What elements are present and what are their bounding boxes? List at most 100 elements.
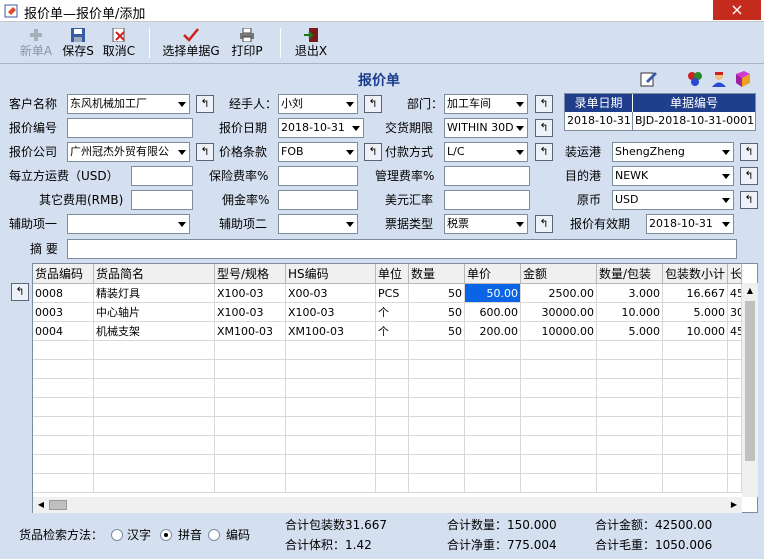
column-header[interactable]: 长 (728, 264, 742, 284)
grid-cell[interactable] (94, 360, 215, 379)
grid-cell[interactable]: 3.000 (597, 284, 663, 303)
grid-cell[interactable] (663, 341, 728, 360)
grid-cell[interactable] (728, 341, 742, 360)
scroll-up-icon[interactable]: ▲ (742, 283, 758, 299)
grid-cell[interactable] (728, 436, 742, 455)
grid-cell[interactable] (597, 379, 663, 398)
grid-cell[interactable]: 0003 (33, 303, 94, 322)
grid-cell[interactable] (728, 379, 742, 398)
grid-cell[interactable] (286, 341, 376, 360)
grid-cell[interactable] (33, 341, 94, 360)
grid-cell[interactable]: X100-03 (215, 284, 286, 303)
column-header[interactable]: 单价 (465, 264, 521, 284)
grid-cell[interactable] (597, 436, 663, 455)
grid-cell[interactable] (728, 417, 742, 436)
grid-cell[interactable] (286, 436, 376, 455)
column-header[interactable]: 金额 (521, 264, 597, 284)
vertical-scrollbar[interactable]: ▲ (742, 283, 758, 497)
grid-cell[interactable]: 0004 (33, 322, 94, 341)
radio-code[interactable] (208, 529, 220, 541)
grid-cell[interactable] (286, 379, 376, 398)
grid-cell[interactable] (663, 417, 728, 436)
grid-cell[interactable] (94, 417, 215, 436)
grid-cell[interactable]: 200.00 (465, 322, 521, 341)
currency-lookup-button[interactable]: ↰ (740, 191, 758, 209)
grid-cell[interactable] (521, 436, 597, 455)
grid-cell[interactable] (597, 341, 663, 360)
grid-cell[interactable] (215, 360, 286, 379)
quote-date-picker[interactable]: 2018-10-31 (278, 118, 364, 138)
validity-date-picker[interactable]: 2018-10-31 (646, 214, 734, 234)
grid-cell[interactable] (663, 379, 728, 398)
close-button[interactable]: × (713, 0, 761, 20)
handler-lookup-button[interactable]: ↰ (364, 95, 382, 113)
grid-cell[interactable] (521, 341, 597, 360)
grid-cell[interactable] (215, 398, 286, 417)
grid-cell[interactable]: 16.667 (663, 284, 728, 303)
print-button[interactable]: 打印P (228, 28, 266, 62)
grid-cell[interactable] (376, 436, 409, 455)
grid-cell[interactable] (663, 474, 728, 493)
grid-cell[interactable]: 50 (409, 284, 465, 303)
ship-port-select[interactable]: ShengZheng (612, 142, 734, 162)
grid-cell[interactable]: 10.000 (597, 303, 663, 322)
grid-cell[interactable]: 30 (728, 303, 742, 322)
grid-cell[interactable] (376, 398, 409, 417)
grid-cell[interactable] (465, 379, 521, 398)
grid-cell[interactable] (409, 360, 465, 379)
grid-cell[interactable]: 个 (376, 303, 409, 322)
grid-cell[interactable] (33, 379, 94, 398)
grid-cell[interactable]: X100-03 (286, 303, 376, 322)
summary-input[interactable] (67, 239, 737, 259)
horizontal-scroll-thumb[interactable] (49, 500, 67, 510)
mgmt-fee-input[interactable] (444, 166, 530, 186)
grid-cell[interactable] (94, 455, 215, 474)
grid-cell[interactable] (465, 341, 521, 360)
grid-cell[interactable] (728, 474, 742, 493)
grid-cell[interactable] (33, 455, 94, 474)
grid-cell[interactable]: XM100-03 (286, 322, 376, 341)
exit-button[interactable]: 退出X (293, 28, 329, 62)
grid-cell[interactable] (94, 379, 215, 398)
grid-cell[interactable]: 机械支架 (94, 322, 215, 341)
price-terms-select[interactable]: FOB (278, 142, 358, 162)
grid-cell[interactable] (286, 455, 376, 474)
radio-hanzi[interactable] (111, 529, 123, 541)
handler-select[interactable]: 小刘 (278, 94, 358, 114)
select-document-button[interactable]: 选择单据G (161, 28, 221, 62)
grid-cell[interactable]: 中心轴片 (94, 303, 215, 322)
grid-cell[interactable] (376, 379, 409, 398)
dest-port-lookup-button[interactable]: ↰ (740, 167, 758, 185)
company-lookup-button[interactable]: ↰ (196, 143, 214, 161)
new-button[interactable]: 新单A (16, 28, 56, 62)
grid-cell[interactable] (94, 436, 215, 455)
column-header[interactable]: 型号/规格 (215, 264, 286, 284)
grid-cell[interactable] (33, 417, 94, 436)
column-header[interactable]: 货品编码 (33, 264, 94, 284)
grid-cell[interactable]: X00-03 (286, 284, 376, 303)
vertical-scroll-thumb[interactable] (745, 301, 755, 461)
grid-cell[interactable] (215, 341, 286, 360)
other-fee-input[interactable] (131, 190, 193, 210)
dept-lookup-button[interactable]: ↰ (535, 95, 553, 113)
grid-cell[interactable] (409, 417, 465, 436)
customer-select[interactable]: 东风机械加工厂 (67, 94, 190, 114)
user-icon[interactable] (710, 70, 728, 88)
grid-cell[interactable] (376, 341, 409, 360)
grid-cell[interactable] (376, 360, 409, 379)
grid-cell[interactable] (521, 455, 597, 474)
grid-cell[interactable] (409, 398, 465, 417)
palette-icon[interactable] (686, 70, 704, 88)
grid-cell[interactable]: 5.000 (663, 303, 728, 322)
grid-cell[interactable]: 10000.00 (521, 322, 597, 341)
insurance-input[interactable] (278, 166, 358, 186)
dest-port-select[interactable]: NEWK (612, 166, 734, 186)
grid-cell[interactable]: 10.000 (663, 322, 728, 341)
dept-select[interactable]: 加工车间 (444, 94, 528, 114)
book-icon[interactable] (734, 70, 752, 88)
grid-cell[interactable] (465, 455, 521, 474)
payment-select[interactable]: L/C (444, 142, 528, 162)
grid-cell[interactable] (409, 436, 465, 455)
grid-cell[interactable]: X100-03 (215, 303, 286, 322)
delivery-select[interactable]: WITHIN 30D. (444, 118, 528, 138)
